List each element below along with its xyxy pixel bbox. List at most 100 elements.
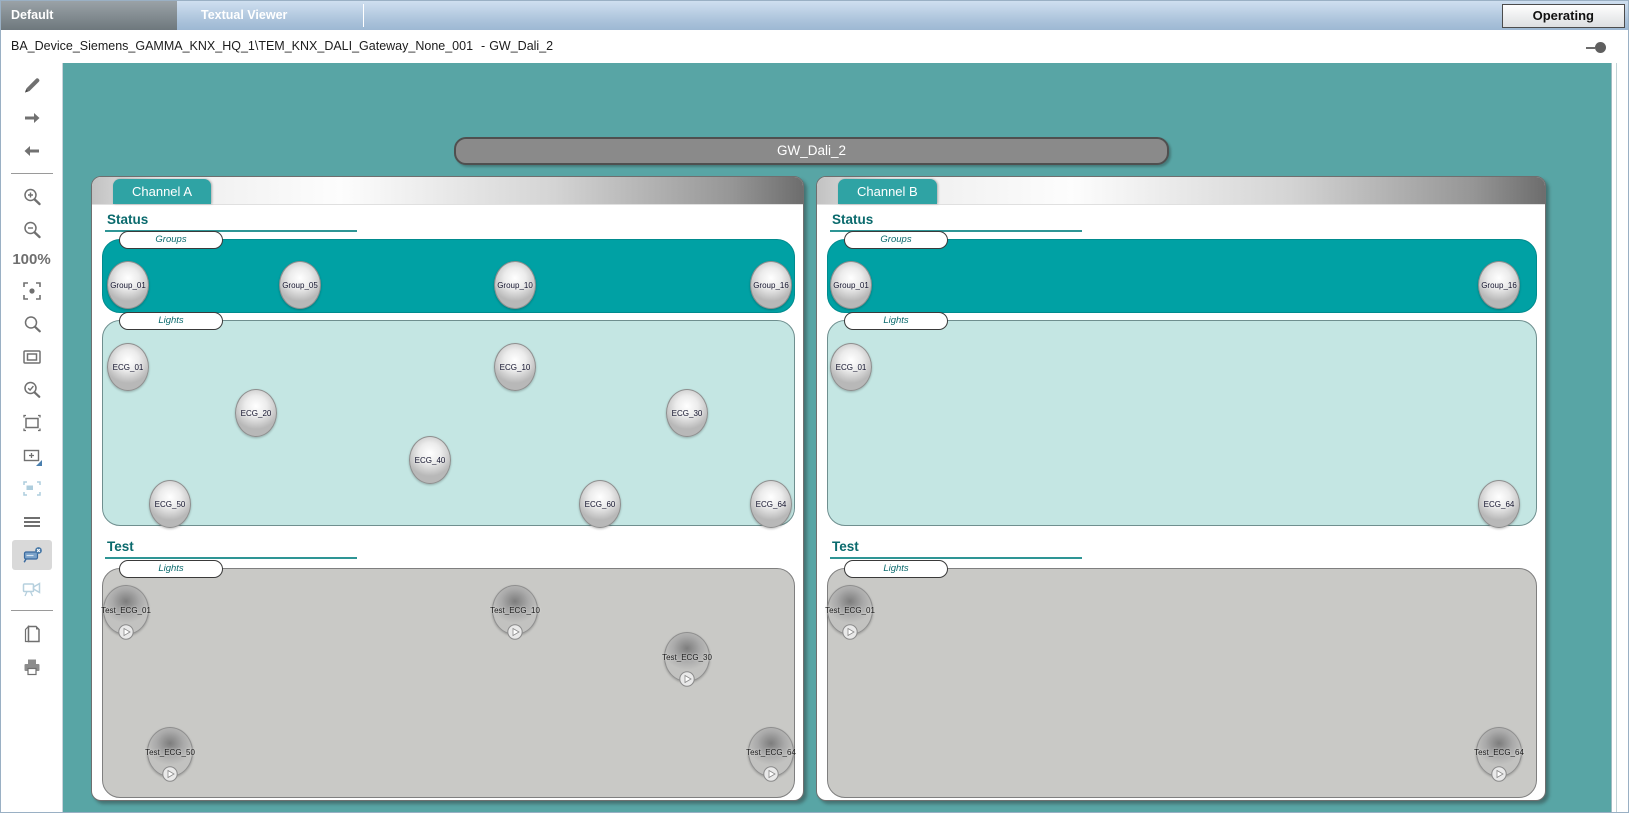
- node-label: ECG_40: [415, 456, 446, 465]
- channel-b-panel: Channel B StatusGroupsGroup_01Group_16Li…: [816, 176, 1546, 801]
- ecg-node[interactable]: ECG_01: [107, 343, 149, 391]
- node-label: ECG_20: [241, 409, 272, 418]
- tab-textual-viewer[interactable]: Textual Viewer: [177, 1, 363, 30]
- channel-tab[interactable]: Channel A: [113, 179, 211, 204]
- zoom-level-label: 100%: [6, 248, 58, 272]
- node-label: Test_ECG_10: [490, 606, 540, 615]
- group-node[interactable]: Group_16: [750, 261, 792, 309]
- container-pill-label: Lights: [844, 312, 948, 330]
- page-setup-icon[interactable]: [12, 619, 52, 649]
- groups-container: GroupsGroup_01Group_05Group_10Group_16: [102, 239, 795, 313]
- container-pill-label: Lights: [119, 560, 223, 578]
- node-label: Test_ECG_01: [825, 606, 875, 615]
- node-label: Test_ECG_64: [746, 748, 796, 757]
- arrow-right-icon[interactable]: [12, 103, 52, 133]
- pan-view-icon: [12, 474, 52, 504]
- panel-header: Channel B: [817, 177, 1545, 205]
- test-ecg-node[interactable]: Test_ECG_30: [664, 632, 710, 682]
- container-pill-label: Lights: [844, 560, 948, 578]
- panel-header: Channel A: [92, 177, 803, 205]
- play-icon[interactable]: [1491, 766, 1507, 782]
- toolbar-divider: [11, 173, 53, 174]
- test-ecg-node[interactable]: Test_ECG_10: [492, 585, 538, 635]
- ecg-node[interactable]: ECG_64: [750, 480, 792, 528]
- ecg-node[interactable]: ECG_50: [149, 480, 191, 528]
- ecg-node[interactable]: ECG_10: [494, 343, 536, 391]
- hide-annotations-icon[interactable]: [12, 540, 52, 570]
- node-label: ECG_64: [756, 500, 787, 509]
- group-node[interactable]: Group_05: [279, 261, 321, 309]
- view-tabbar: Default Textual Viewer Operating: [1, 1, 1628, 31]
- test-container: LightsTest_ECG_01Test_ECG_10Test_ECG_30T…: [102, 568, 795, 798]
- test-ecg-node[interactable]: Test_ECG_50: [147, 727, 193, 777]
- channel-tab[interactable]: Channel B: [838, 179, 937, 204]
- play-icon[interactable]: [842, 624, 858, 640]
- node-label: Test_ECG_64: [1474, 748, 1524, 757]
- zoom-in-icon[interactable]: [12, 182, 52, 212]
- panel-body: StatusGroupsGroup_01Group_05Group_10Grou…: [92, 211, 803, 808]
- test-container: LightsTest_ECG_01Test_ECG_64: [827, 568, 1537, 798]
- operating-mode-button[interactable]: Operating: [1502, 4, 1625, 28]
- node-label: ECG_64: [1484, 500, 1515, 509]
- graphics-toolbar: 100%: [1, 63, 63, 812]
- group-node[interactable]: Group_01: [830, 261, 872, 309]
- zoom-check-icon[interactable]: [12, 375, 52, 405]
- play-icon[interactable]: [507, 624, 523, 640]
- container-pill-label: Groups: [119, 231, 223, 249]
- area-select-icon[interactable]: [12, 408, 52, 438]
- groups-container: GroupsGroup_01Group_16: [827, 239, 1537, 313]
- ecg-node[interactable]: ECG_30: [666, 389, 708, 437]
- play-icon[interactable]: [763, 766, 779, 782]
- breadcrumb-path: BA_Device_Siemens_GAMMA_KNX_HQ_1\TEM_KNX…: [11, 39, 473, 53]
- breadcrumb-current: GW_Dali_2: [489, 39, 553, 53]
- app-window: Default Textual Viewer Operating BA_Devi…: [0, 0, 1629, 813]
- arrow-left-icon[interactable]: [12, 136, 52, 166]
- play-icon[interactable]: [118, 624, 134, 640]
- group-node[interactable]: Group_16: [1478, 261, 1520, 309]
- fit-view-icon[interactable]: [12, 276, 52, 306]
- node-label: Test_ECG_01: [101, 606, 151, 615]
- node-label: Group_01: [833, 281, 869, 290]
- toolbar-divider: [11, 610, 53, 611]
- ecg-node[interactable]: ECG_60: [579, 480, 621, 528]
- ecg-node[interactable]: ECG_01: [830, 343, 872, 391]
- node-label: Test_ECG_30: [662, 653, 712, 662]
- tab-separator: [363, 4, 364, 27]
- tab-default[interactable]: Default: [1, 1, 177, 30]
- group-node[interactable]: Group_01: [107, 261, 149, 309]
- window-zoom-icon[interactable]: [12, 342, 52, 372]
- search-icon[interactable]: [12, 309, 52, 339]
- node-label: ECG_50: [155, 500, 186, 509]
- pin-icon[interactable]: [1586, 42, 1606, 53]
- node-label: Group_05: [282, 281, 318, 290]
- section-heading: Status: [830, 211, 1082, 232]
- breadcrumb-separator: -: [481, 39, 485, 53]
- ecg-node[interactable]: ECG_40: [409, 436, 451, 484]
- play-icon[interactable]: [162, 766, 178, 782]
- test-ecg-node[interactable]: Test_ECG_01: [103, 585, 149, 635]
- group-node[interactable]: Group_10: [494, 261, 536, 309]
- layers-icon[interactable]: [12, 507, 52, 537]
- test-ecg-node[interactable]: Test_ECG_64: [748, 727, 794, 777]
- node-label: Test_ECG_50: [145, 748, 195, 757]
- node-label: Group_16: [1481, 281, 1517, 290]
- camera-icon: [12, 573, 52, 603]
- pen-icon[interactable]: [12, 70, 52, 100]
- node-label: Group_10: [497, 281, 533, 290]
- node-label: ECG_01: [836, 363, 867, 372]
- channel-a-panel: Channel A StatusGroupsGroup_01Group_05Gr…: [91, 176, 804, 801]
- test-ecg-node[interactable]: Test_ECG_01: [827, 585, 873, 635]
- play-icon[interactable]: [679, 671, 695, 687]
- test-ecg-node[interactable]: Test_ECG_64: [1476, 727, 1522, 777]
- right-gutter: [1611, 63, 1628, 812]
- lights-container: LightsECG_01ECG_64: [827, 320, 1537, 526]
- ecg-node[interactable]: ECG_64: [1478, 480, 1520, 528]
- zoom-out-icon[interactable]: [12, 215, 52, 245]
- node-label: Group_16: [753, 281, 789, 290]
- print-icon[interactable]: [12, 652, 52, 682]
- container-pill-label: Lights: [119, 312, 223, 330]
- center-view-icon[interactable]: [12, 441, 52, 471]
- ecg-node[interactable]: ECG_20: [235, 389, 277, 437]
- breadcrumb-row: BA_Device_Siemens_GAMMA_KNX_HQ_1\TEM_KNX…: [1, 30, 1628, 64]
- gateway-title-bar: GW_Dali_2: [454, 137, 1169, 165]
